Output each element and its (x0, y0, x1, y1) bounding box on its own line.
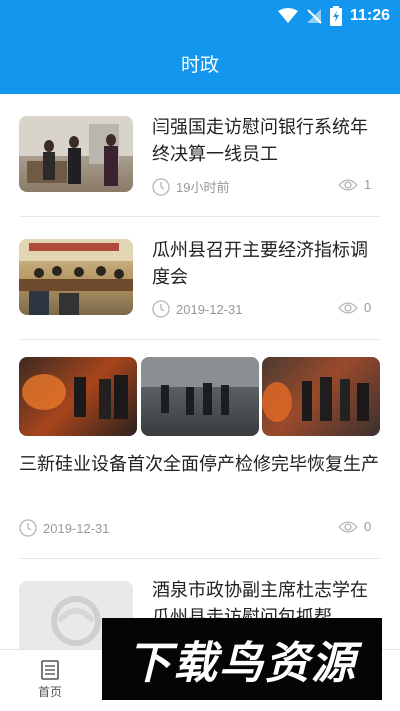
news-item[interactable]: 闫强国走访慰问银行系统年终决算一线员工 19小时前 1 (0, 94, 400, 216)
clock-icon (152, 177, 170, 196)
eye-icon (338, 301, 358, 314)
clock-icon (152, 300, 170, 318)
news-thumbnail[interactable] (19, 239, 133, 315)
nav-home[interactable]: 首页 (20, 660, 80, 706)
news-item[interactable]: 瓜州县召开主要经济指标调度会 2019-12-31 0 (0, 217, 400, 339)
news-thumbnail[interactable] (19, 116, 133, 192)
news-feed[interactable]: 闫强国走访慰问银行系统年终决算一线员工 19小时前 1 瓜州县召开主要经济指标调… (0, 94, 400, 649)
eye-icon (338, 520, 358, 533)
eye-icon (338, 178, 358, 191)
watermark: 下载鸟资源 (102, 618, 382, 700)
news-time: 2019-12-31 (43, 520, 110, 536)
news-thumbnail[interactable] (262, 357, 380, 436)
news-views: 0 (338, 519, 371, 534)
home-icon (41, 660, 59, 680)
news-title[interactable]: 瓜州县召开主要经济指标调度会 (152, 237, 380, 291)
wifi-icon (277, 8, 298, 23)
news-item[interactable]: 三新硅业设备首次全面停产检修完毕恢复生产 2019-12-31 0 (0, 340, 400, 558)
news-meta: 19小时前 (152, 177, 229, 196)
app-header: 11:26 时政 (0, 0, 400, 94)
watermark-text: 下载鸟资源 (127, 638, 357, 689)
page-title: 时政 (180, 54, 219, 76)
nav-home-label: 首页 (37, 685, 62, 699)
news-time: 2019-12-31 (176, 301, 243, 317)
battery-charging-icon (329, 6, 342, 26)
news-views: 0 (338, 300, 371, 315)
view-count: 0 (364, 300, 372, 315)
no-sim-icon (306, 9, 322, 24)
news-time: 19小时前 (176, 180, 230, 195)
view-count: 1 (364, 177, 372, 192)
status-bar: 11:26 (0, 0, 400, 32)
news-title[interactable]: 三新硅业设备首次全面停产检修完毕恢复生产 (19, 451, 381, 478)
news-thumbnail[interactable] (141, 357, 259, 436)
news-title[interactable]: 闫强国走访慰问银行系统年终决算一线员工 (152, 114, 380, 168)
news-thumbnail[interactable] (19, 357, 137, 436)
news-views: 1 (338, 177, 371, 192)
news-meta: 2019-12-31 (19, 519, 110, 537)
view-count: 0 (364, 519, 372, 534)
clock-icon (19, 519, 37, 537)
status-time: 11:26 (349, 7, 390, 24)
news-meta: 2019-12-31 (152, 300, 243, 318)
